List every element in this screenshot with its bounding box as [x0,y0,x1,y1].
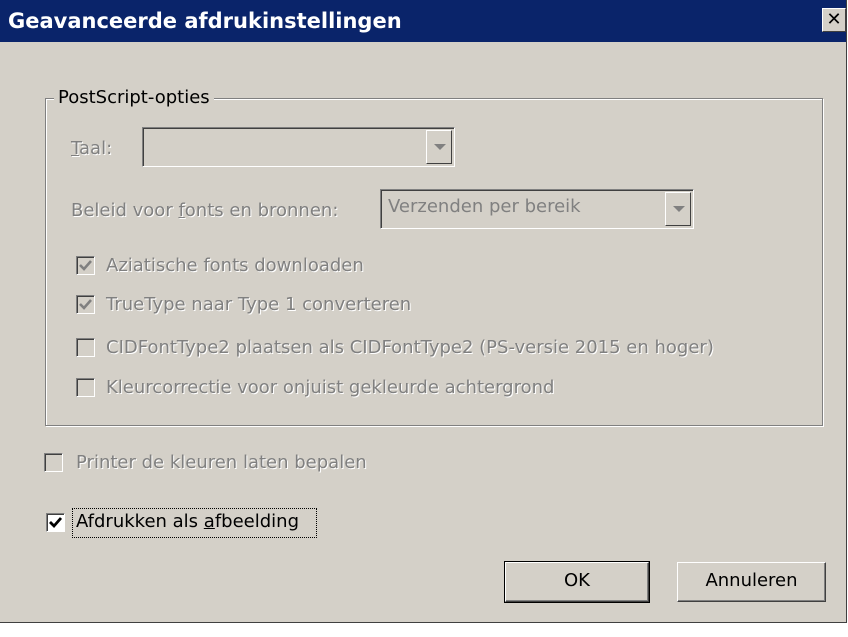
printer-colors-checkbox[interactable] [44,453,63,472]
postscript-group-title: PostScript-opties [54,87,214,109]
font-policy-dropdown[interactable]: Verzenden per bereik [380,189,694,229]
asian-fonts-label: Aziatische fonts downloaden [106,255,364,276]
print-as-image-label: Afdrukken als afbeelding [76,511,300,532]
advanced-print-settings-dialog: Geavanceerde afdrukinstellingen ✕ PostSc… [0,0,847,623]
ok-button[interactable]: OK [504,561,650,603]
print-as-image-checkbox[interactable] [46,513,65,532]
color-correction-label: Kleurcorrectie voor onjuist gekleurde ac… [106,377,555,398]
truetype-convert-checkbox[interactable] [76,295,95,314]
cidfonttype2-label: CIDFontType2 plaatsen als CIDFontType2 (… [106,337,714,358]
close-icon: ✕ [826,9,842,30]
language-label: Taal: [71,138,113,159]
asian-fonts-checkbox[interactable] [76,256,95,275]
window-title: Geavanceerde afdrukinstellingen [8,9,402,33]
cidfonttype2-checkbox[interactable] [76,338,95,357]
cancel-button[interactable]: Annuleren [677,562,826,602]
font-policy-value: Verzenden per bereik [388,196,581,217]
checkmark-icon [79,260,92,271]
cancel-button-label: Annuleren [705,570,798,591]
language-dropdown[interactable] [142,127,455,167]
ok-button-label: OK [564,570,590,591]
color-correction-checkbox[interactable] [76,378,95,397]
checkmark-icon [49,517,63,529]
close-button[interactable]: ✕ [822,8,846,32]
checkmark-icon [79,299,92,310]
title-bar: Geavanceerde afdrukinstellingen ✕ [0,0,846,42]
truetype-convert-label: TrueType naar Type 1 converteren [106,294,412,315]
font-policy-label: Beleid voor fonts en bronnen: [71,200,339,221]
printer-colors-label: Printer de kleuren laten bepalen [76,452,367,473]
chevron-down-icon[interactable] [665,192,691,226]
chevron-down-icon[interactable] [426,130,452,164]
